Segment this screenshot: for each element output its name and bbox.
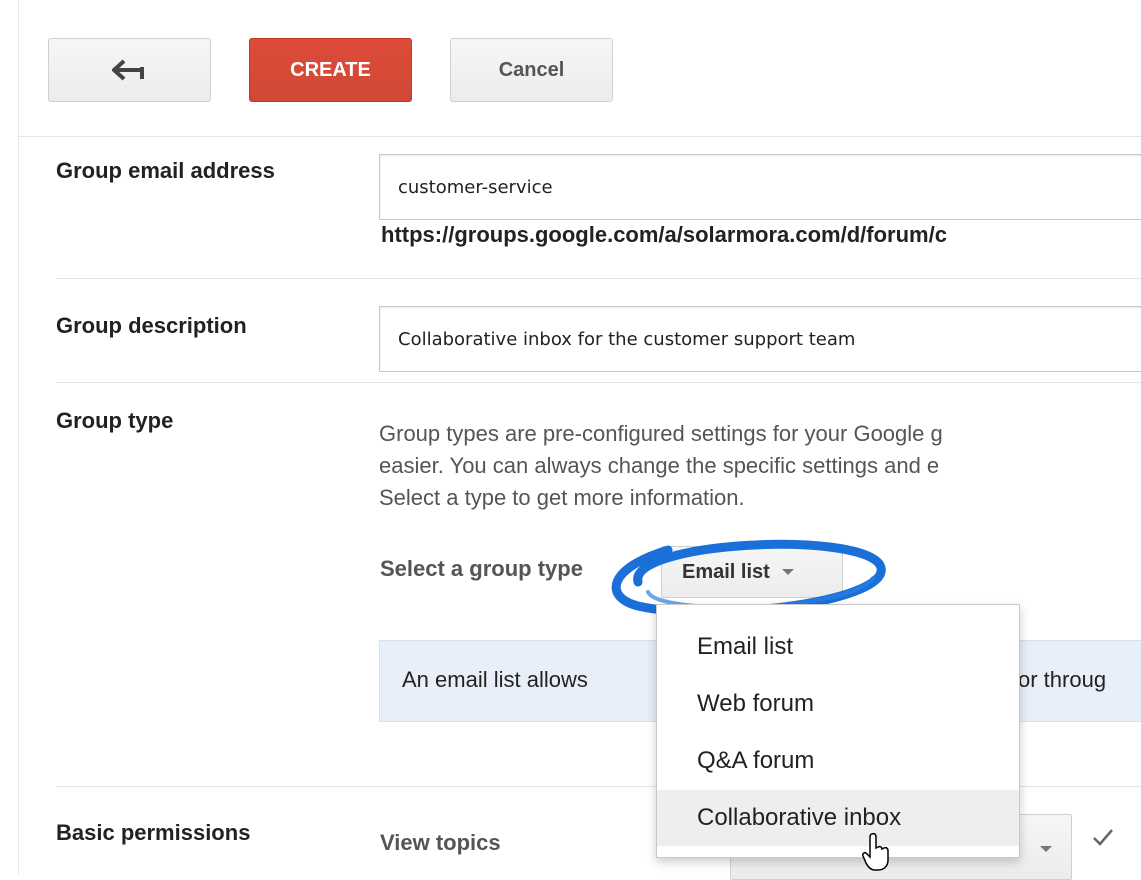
back-button[interactable] bbox=[48, 38, 211, 102]
group-email-label: Group email address bbox=[56, 158, 275, 183]
group-type-select[interactable]: Email list bbox=[661, 546, 843, 598]
back-arrow-icon bbox=[111, 59, 148, 81]
checkmark-icon bbox=[1092, 826, 1114, 853]
view-topics-label: View topics bbox=[380, 830, 501, 855]
divider bbox=[56, 382, 1141, 383]
create-button[interactable]: CREATE bbox=[249, 38, 412, 102]
menu-item-collaborative-inbox[interactable]: Collaborative inbox bbox=[657, 790, 1019, 846]
group-type-menu: Email list Web forum Q&A forum Collabora… bbox=[656, 604, 1020, 858]
toolbar: CREATE Cancel bbox=[18, 0, 1141, 137]
group-description-label: Group description bbox=[56, 313, 247, 338]
divider bbox=[56, 278, 1141, 279]
help-line: Select a type to get more information. bbox=[379, 485, 745, 510]
help-line: Group types are pre-configured settings … bbox=[379, 421, 943, 446]
chevron-down-icon bbox=[1040, 846, 1052, 852]
group-email-input[interactable]: customer-service bbox=[379, 154, 1141, 220]
group-type-label: Group type bbox=[56, 408, 174, 433]
chevron-down-icon bbox=[781, 569, 794, 575]
basic-permissions-label: Basic permissions bbox=[56, 820, 251, 845]
menu-item-qa-forum[interactable]: Q&A forum bbox=[657, 733, 1019, 789]
cancel-button[interactable]: Cancel bbox=[450, 38, 613, 102]
info-text: An email list allows bbox=[402, 667, 588, 692]
group-url: https://groups.google.com/a/solarmora.co… bbox=[381, 222, 947, 247]
select-group-type-label: Select a group type bbox=[380, 556, 583, 581]
help-line: easier. You can always change the specif… bbox=[379, 453, 940, 478]
group-type-help: Group types are pre-configured settings … bbox=[379, 418, 1141, 514]
menu-item-email-list[interactable]: Email list bbox=[657, 619, 1019, 675]
menu-item-web-forum[interactable]: Web forum bbox=[657, 676, 1019, 732]
info-text-continued: or throug bbox=[1018, 667, 1107, 692]
group-description-input[interactable]: Collaborative inbox for the customer sup… bbox=[379, 306, 1141, 372]
group-type-selected: Email list bbox=[682, 560, 770, 583]
